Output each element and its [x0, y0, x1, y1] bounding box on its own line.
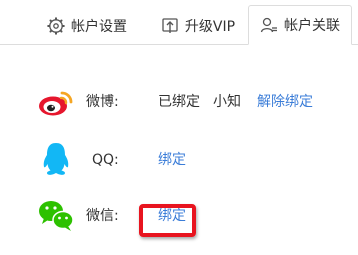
qq-logo-icon — [43, 143, 69, 175]
highlight-frame — [139, 204, 196, 237]
weibo-unbind-link[interactable]: 解除绑定 — [257, 82, 313, 122]
tab-bar: 帐户设置 升级VIP 帐户关联 — [0, 0, 358, 45]
tab-account-settings[interactable]: 帐户设置 — [36, 6, 138, 46]
weibo-account-row: 微博: 已绑定 小知 解除绑定 — [0, 82, 358, 122]
wechat-logo-icon — [39, 201, 74, 231]
qq-account-row: QQ: 绑定 — [0, 140, 358, 180]
tab-label: 升级VIP — [184, 19, 236, 35]
tab-label: 帐户关联 — [284, 18, 340, 34]
tab-label: 帐户设置 — [71, 19, 127, 35]
qq-label: QQ: — [92, 152, 119, 168]
weibo-logo-icon — [39, 91, 73, 116]
weibo-nickname: 小知 — [213, 94, 241, 110]
weibo-bind-status: 已绑定 — [158, 94, 200, 110]
user-link-icon — [260, 17, 277, 33]
account-link-panel: 帐户设置 升级VIP 帐户关联 微博: 已绑定 小知 解除绑定 QQ: 绑定 微… — [0, 0, 358, 255]
qq-bind-link[interactable]: 绑定 — [158, 140, 186, 180]
upgrade-icon — [162, 18, 178, 33]
weibo-label: 微博: — [86, 94, 119, 110]
tab-upgrade-vip[interactable]: 升级VIP — [148, 6, 248, 46]
wechat-label: 微信: — [86, 208, 119, 224]
tab-account-link[interactable]: 帐户关联 — [248, 5, 352, 45]
gear-icon — [47, 17, 65, 35]
